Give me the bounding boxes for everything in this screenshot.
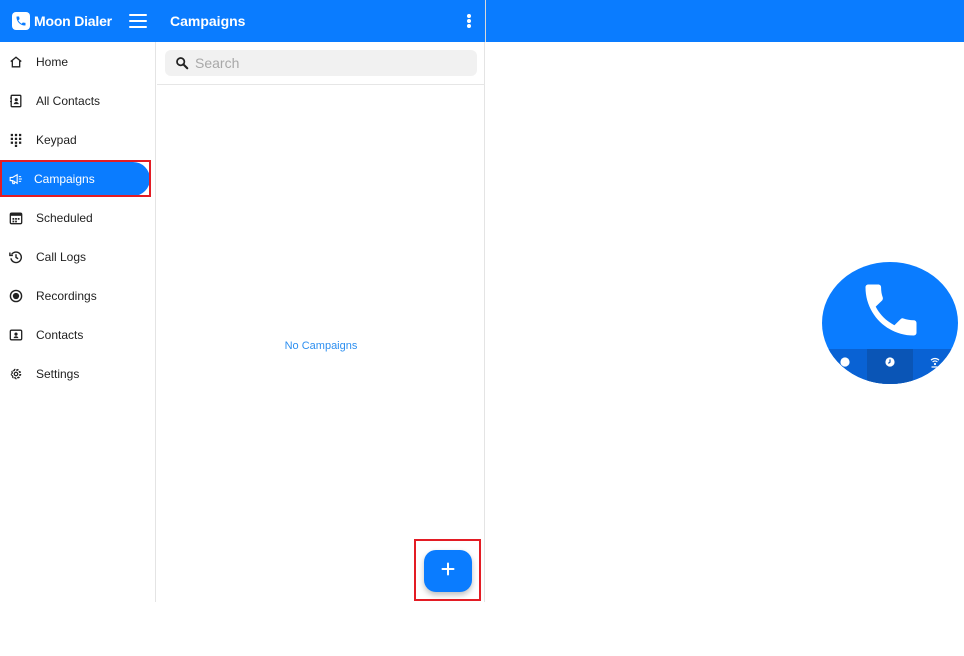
sidebar-item-settings[interactable]: Settings xyxy=(0,357,150,391)
sidebar-item-label: All Contacts xyxy=(36,94,101,108)
record-dot-icon xyxy=(839,355,851,373)
schedule-control[interactable] xyxy=(867,349,913,384)
sidebar-item-contacts[interactable]: Contacts xyxy=(0,318,150,352)
sidebar-item-all-contacts[interactable]: All Contacts xyxy=(0,84,150,118)
floating-call-widget[interactable] xyxy=(822,262,958,384)
sidebar-item-recordings[interactable]: Recordings xyxy=(0,279,150,313)
sidebar-item-label: Scheduled xyxy=(36,211,93,225)
calendar-icon xyxy=(9,211,23,225)
gear-icon xyxy=(9,367,23,381)
page-title: Campaigns xyxy=(170,13,246,29)
campaigns-header: Campaigns xyxy=(157,0,485,42)
record-icon xyxy=(9,289,23,303)
history-icon xyxy=(9,250,23,264)
campaigns-panel: No Campaigns xyxy=(157,42,485,602)
sidebar-item-label: Home xyxy=(36,55,69,69)
sidebar-item-home[interactable]: Home xyxy=(0,45,150,79)
record-control[interactable] xyxy=(822,349,867,384)
plus-icon xyxy=(441,562,455,581)
sidebar-item-label: Contacts xyxy=(36,328,84,342)
sidebar: Home All Contacts Keypad Campaigns Sched… xyxy=(0,42,156,602)
sidebar-item-scheduled[interactable]: Scheduled xyxy=(0,201,150,235)
sidebar-item-label: Recordings xyxy=(36,289,97,303)
search-icon xyxy=(175,56,189,70)
sidebar-item-label: Keypad xyxy=(36,133,77,147)
search-divider xyxy=(157,84,485,85)
sidebar-item-label: Settings xyxy=(36,367,80,381)
empty-state-message: No Campaigns xyxy=(284,340,358,352)
app-name: Moon Dialer xyxy=(34,13,112,29)
call-widget-controls xyxy=(822,349,958,384)
more-options-icon[interactable] xyxy=(466,14,472,28)
signal-control[interactable] xyxy=(913,349,958,384)
menu-toggle-icon[interactable] xyxy=(129,14,147,28)
keypad-icon xyxy=(9,133,23,147)
sidebar-item-call-logs[interactable]: Call Logs xyxy=(0,240,150,274)
sidebar-item-campaigns[interactable]: Campaigns xyxy=(0,162,150,196)
contact-card-icon xyxy=(9,328,23,342)
phone-icon xyxy=(856,276,926,344)
search-input[interactable] xyxy=(195,55,475,71)
signal-icon xyxy=(929,355,941,373)
header-divider xyxy=(485,0,486,42)
sidebar-item-label: Call Logs xyxy=(36,250,87,264)
add-campaign-button[interactable] xyxy=(424,550,472,592)
megaphone-icon xyxy=(9,172,23,186)
sidebar-item-keypad[interactable]: Keypad xyxy=(0,123,150,157)
clock-icon xyxy=(884,355,896,373)
phone-logo-icon xyxy=(12,12,30,30)
contacts-book-icon xyxy=(9,94,23,108)
sidebar-item-label: Campaigns xyxy=(34,172,95,186)
home-icon xyxy=(9,55,23,69)
search-bar[interactable] xyxy=(165,50,477,76)
